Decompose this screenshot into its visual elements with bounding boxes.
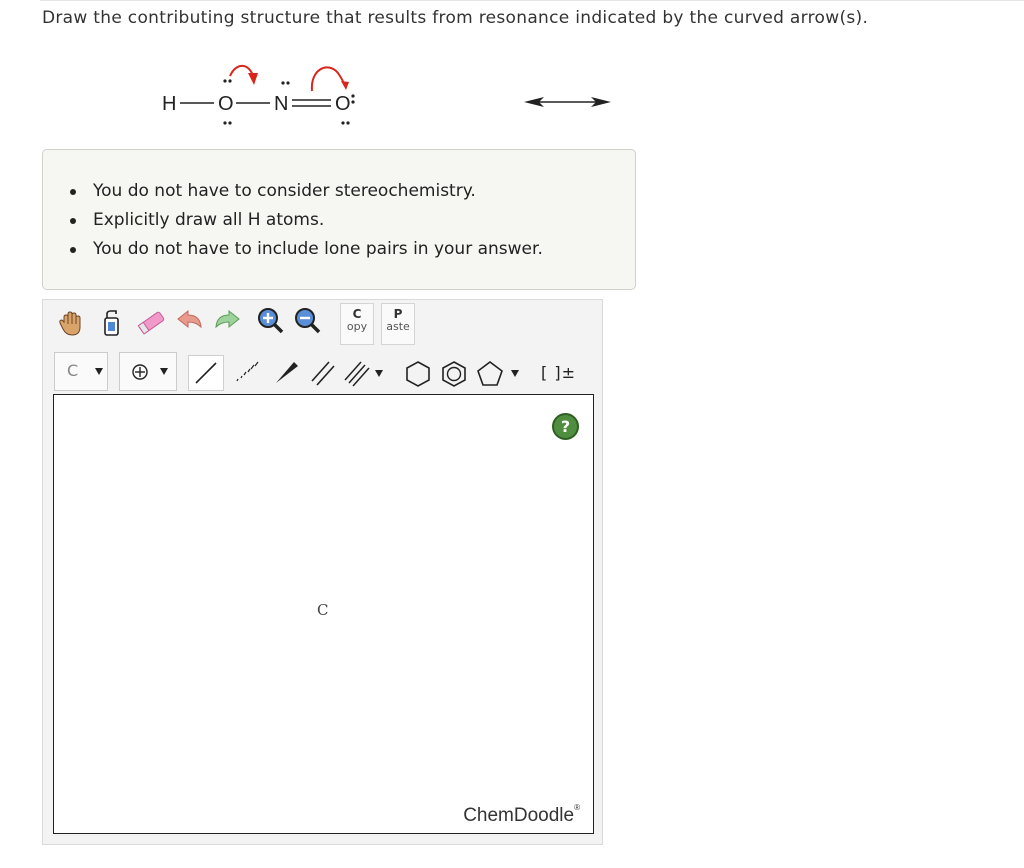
copy-button[interactable]: C opy bbox=[340, 303, 374, 345]
cyclohexane-icon[interactable] bbox=[401, 357, 435, 391]
eraser-icon[interactable] bbox=[136, 307, 167, 338]
brand-name: ChemDoodle bbox=[463, 805, 575, 826]
chemdoodle-logo: ChemDoodle® bbox=[463, 803, 580, 827]
double-bond-tool[interactable] bbox=[305, 355, 341, 391]
curved-arrow-1-head bbox=[248, 73, 258, 85]
copy-label-small: opy bbox=[346, 320, 368, 333]
help-button[interactable]: ? bbox=[552, 413, 579, 440]
atom-o1: O bbox=[218, 93, 234, 115]
curved-arrow-2 bbox=[310, 66, 346, 92]
question-prompt: Draw the contributing structure that res… bbox=[42, 8, 869, 28]
brand-registered-mark: ® bbox=[574, 803, 580, 812]
hand-icon[interactable] bbox=[56, 308, 87, 339]
chevron-down-icon bbox=[95, 368, 103, 375]
zoom-out-icon[interactable] bbox=[292, 305, 323, 336]
curved-arrow-2-head bbox=[341, 81, 349, 90]
canvas-atom-label: C bbox=[317, 601, 329, 619]
chemdoodle-sketcher: C opy P aste C []± ? C ChemDoodle® bbox=[42, 299, 603, 845]
element-select-value: C bbox=[67, 361, 79, 380]
charge-select[interactable] bbox=[119, 352, 177, 391]
benzene-icon[interactable] bbox=[437, 357, 471, 391]
chevron-down-icon[interactable] bbox=[511, 370, 519, 377]
chevron-down-icon[interactable] bbox=[375, 370, 383, 377]
atom-n: N bbox=[274, 93, 288, 115]
instructions-panel: You do not have to consider stereochemis… bbox=[42, 149, 636, 290]
triple-bond-tool[interactable] bbox=[340, 355, 376, 391]
double-headed-arrow-icon bbox=[524, 97, 611, 107]
top-divider bbox=[40, 0, 1024, 1]
atom-h: H bbox=[162, 93, 176, 115]
atom-o2: O bbox=[335, 93, 351, 115]
wedge-bond-tool[interactable] bbox=[268, 355, 304, 391]
single-bond-tool[interactable] bbox=[188, 355, 224, 391]
element-select[interactable]: C bbox=[54, 352, 108, 391]
paste-label-small: aste bbox=[386, 320, 410, 333]
undo-icon[interactable] bbox=[174, 307, 205, 338]
zoom-in-icon[interactable] bbox=[255, 305, 286, 336]
redo-icon[interactable] bbox=[212, 307, 243, 338]
instructions-list: You do not have to consider stereochemis… bbox=[70, 177, 543, 264]
cyclopentane-icon[interactable] bbox=[473, 357, 507, 391]
instruction-item: You do not have to include lone pairs in… bbox=[70, 235, 543, 264]
bracket-tool[interactable]: [ ]± bbox=[541, 363, 576, 382]
clear-icon[interactable] bbox=[96, 307, 127, 338]
charge-plus-icon bbox=[132, 364, 148, 380]
molecule-structure: H O N O bbox=[162, 64, 355, 125]
instruction-item: Explicitly draw all H atoms. bbox=[70, 206, 543, 235]
paste-button[interactable]: P aste bbox=[381, 303, 415, 345]
drawing-canvas[interactable]: ? C ChemDoodle® bbox=[53, 394, 594, 834]
chevron-down-icon bbox=[160, 368, 168, 375]
hashed-bond-tool[interactable] bbox=[228, 355, 264, 391]
instruction-item: You do not have to consider stereochemis… bbox=[70, 177, 543, 206]
